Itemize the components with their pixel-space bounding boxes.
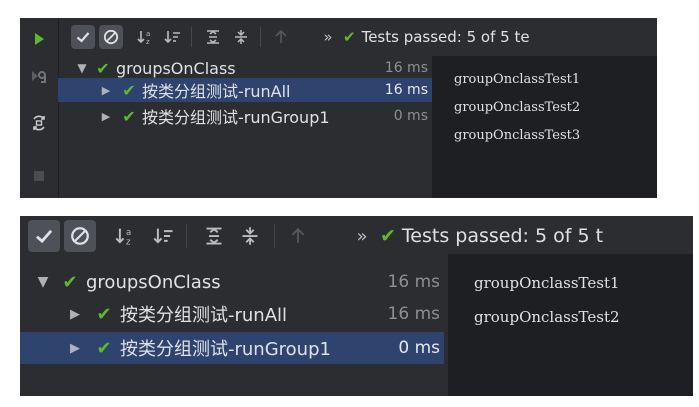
passed-check-icon: ✔	[62, 271, 78, 293]
test-runner-panel-bottom: az » ✔ Tests passed: 5 of 5 t ▼ ✔ groups…	[20, 216, 693, 396]
expand-all-button[interactable]	[200, 222, 228, 250]
duration: 0 ms	[393, 108, 428, 124]
show-passed-button[interactable]	[28, 220, 60, 252]
collapsed-arrow-icon[interactable]: ▶	[66, 341, 84, 356]
more-actions-button[interactable]: »	[350, 222, 374, 250]
tree-row-child[interactable]: ▶ ✔ 按类分组测试-runAll 16 ms	[58, 78, 432, 102]
circle-slash-icon	[71, 227, 89, 245]
passed-check-icon: ✔	[96, 303, 112, 325]
tree-row-label: 按类分组测试-runGroup1	[120, 339, 331, 360]
sort-by-duration-icon	[153, 228, 173, 244]
passed-check-icon: ✔	[122, 80, 136, 100]
run-gutter	[20, 18, 59, 198]
tree-row-label: 按类分组测试-runGroup1	[142, 108, 330, 127]
sort-by-duration-button[interactable]	[162, 26, 184, 48]
checkmark-icon	[76, 32, 90, 43]
status-text: ✔ Tests passed: 5 of 5 te	[343, 26, 530, 48]
test-toolbar: az » ✔ Tests passed: 5 of 5 te	[58, 18, 657, 56]
tree-row-root[interactable]: ▼ ✔ groupsOnClass 16 ms	[20, 268, 444, 296]
svg-text:a: a	[126, 228, 131, 238]
duration: 0 ms	[398, 338, 440, 358]
sort-alphabetically-icon: az	[137, 30, 150, 45]
tree-row-root[interactable]: ▼ ✔ groupsOnClass 16 ms	[58, 58, 432, 78]
duration: 16 ms	[384, 60, 428, 76]
toggle-auto-test-icon[interactable]	[29, 113, 49, 133]
run-icon[interactable]	[29, 29, 49, 49]
collapsed-arrow-icon[interactable]: ▶	[98, 84, 114, 97]
collapse-all-button[interactable]	[236, 222, 264, 250]
tree-row-label: 按类分组测试-runAll	[120, 305, 288, 326]
console-output: groupOnclassTest1 groupOnclassTest2	[448, 254, 693, 396]
status-label: Tests passed: 5 of 5 t	[401, 225, 604, 247]
test-runner-panel-top: az » ✔ Tests passed: 5 of 5 te ▼ ✔ group…	[20, 18, 657, 198]
toolbar-separator	[191, 27, 192, 47]
console-line: groupOnclassTest3	[454, 128, 581, 143]
collapsed-arrow-icon[interactable]: ▶	[98, 110, 114, 123]
toolbar-separator	[186, 224, 187, 248]
expand-all-button[interactable]	[202, 26, 224, 48]
console-line: groupOnclassTest2	[454, 100, 581, 115]
status-text: ✔ Tests passed: 5 of 5 t	[380, 222, 603, 250]
checkmark-icon	[35, 229, 53, 244]
passed-check-icon: ✔	[380, 225, 396, 247]
toolbar-separator	[274, 224, 275, 248]
console-line: groupOnclassTest2	[474, 308, 620, 326]
rerun-failed-icon[interactable]	[29, 66, 49, 86]
console-line: groupOnclassTest1	[474, 274, 620, 292]
passed-check-icon: ✔	[343, 28, 356, 46]
show-ignored-button[interactable]	[64, 220, 96, 252]
status-label: Tests passed: 5 of 5 te	[361, 28, 530, 46]
svg-text:a: a	[146, 30, 150, 38]
tree-row-child[interactable]: ▶ ✔ 按类分组测试-runGroup1 0 ms	[20, 332, 444, 364]
passed-check-icon: ✔	[122, 106, 136, 126]
collapse-all-icon	[235, 30, 247, 44]
toolbar-separator	[260, 27, 261, 47]
expand-all-icon	[206, 227, 222, 245]
sort-by-duration-button[interactable]	[150, 222, 178, 250]
sort-alphabetically-icon: az	[115, 228, 131, 246]
tree-row-child[interactable]: ▶ ✔ 按类分组测试-runGroup1 0 ms	[58, 104, 432, 128]
previous-failed-button[interactable]	[270, 26, 292, 48]
previous-failed-button[interactable]	[284, 222, 312, 250]
svg-text:z: z	[126, 238, 131, 246]
up-arrow-icon	[275, 29, 287, 43]
tree-row-child[interactable]: ▶ ✔ 按类分组测试-runAll 16 ms	[20, 300, 444, 328]
show-ignored-button[interactable]	[99, 25, 123, 49]
svg-text:z: z	[146, 38, 150, 45]
stop-icon[interactable]	[29, 166, 49, 186]
tree-row-label: groupsOnClass	[86, 271, 221, 293]
show-passed-button[interactable]	[71, 25, 95, 49]
duration: 16 ms	[384, 82, 428, 98]
sort-alphabetically-button[interactable]: az	[135, 26, 157, 48]
collapse-all-icon	[242, 227, 258, 245]
sort-alphabetically-button[interactable]: az	[112, 222, 140, 250]
collapse-all-button[interactable]	[230, 26, 252, 48]
duration: 16 ms	[387, 304, 440, 324]
passed-check-icon: ✔	[96, 58, 110, 78]
expanded-arrow-icon[interactable]: ▼	[34, 274, 52, 290]
tree-row-label: 按类分组测试-runAll	[142, 82, 291, 101]
more-actions-button[interactable]: »	[318, 26, 338, 48]
expanded-arrow-icon[interactable]: ▼	[74, 61, 90, 75]
test-toolbar: az » ✔ Tests passed: 5 of 5 t	[20, 216, 693, 254]
duration: 16 ms	[387, 272, 440, 292]
passed-check-icon: ✔	[96, 337, 112, 359]
console-line: groupOnclassTest1	[454, 72, 581, 87]
expand-all-icon	[207, 30, 219, 44]
up-arrow-icon	[291, 227, 305, 243]
collapsed-arrow-icon[interactable]: ▶	[66, 307, 84, 322]
sort-by-duration-icon	[164, 31, 180, 44]
circle-slash-icon	[103, 29, 119, 45]
tree-row-label: groupsOnClass	[116, 58, 236, 78]
console-output: groupOnclassTest1 groupOnclassTest2 grou…	[432, 56, 657, 198]
